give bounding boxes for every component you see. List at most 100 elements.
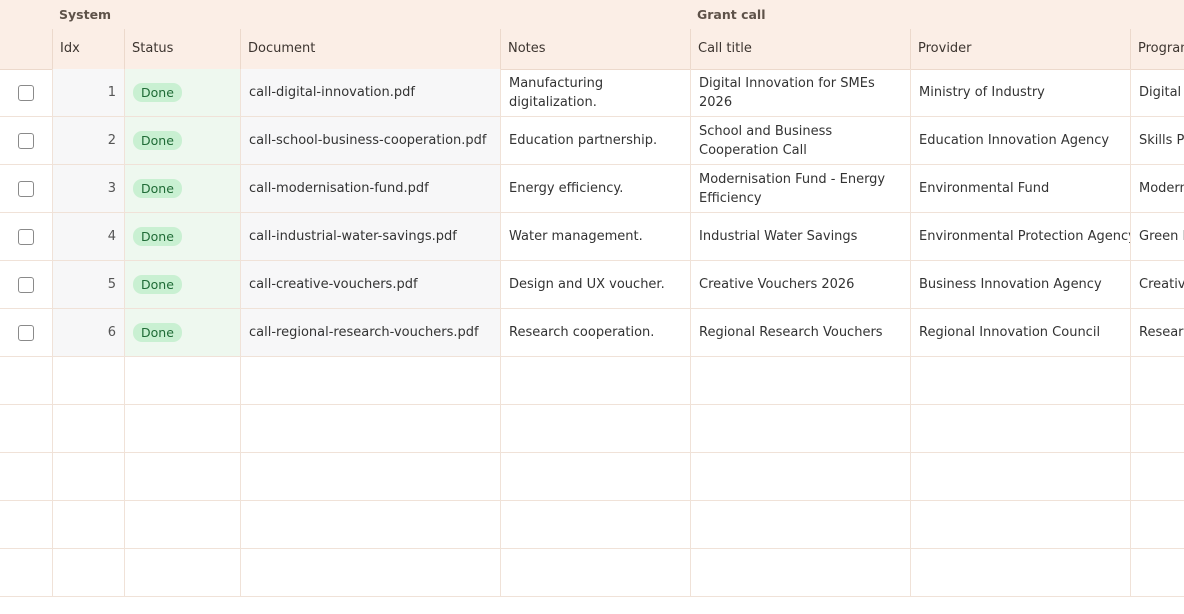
empty-cell [0,357,52,404]
table-row[interactable]: 2 Done call-school-business-cooperation.… [0,117,1184,165]
program-cell[interactable]: Skills Pa [1130,117,1184,164]
header-call-title[interactable]: Call title [690,29,910,69]
header-idx[interactable]: Idx [52,29,124,69]
document-cell[interactable]: call-digital-innovation.pdf [240,69,500,116]
notes-cell[interactable]: Design and UX voucher. [500,261,690,308]
call-title-cell[interactable]: School and Business Cooperation Call [690,117,910,164]
document-cell[interactable]: call-school-business-cooperation.pdf [240,117,500,164]
data-grid: System Grant call Idx Status Document No… [0,0,1184,614]
idx-cell: 6 [52,309,124,356]
empty-cell [0,549,52,596]
row-checkbox[interactable] [18,228,34,245]
provider-cell[interactable]: Environmental Fund [910,165,1130,212]
document-cell[interactable]: call-regional-research-vouchers.pdf [240,309,500,356]
empty-row [0,549,1184,597]
header-provider[interactable]: Provider [910,29,1130,69]
header-notes[interactable]: Notes [500,29,690,69]
row-checkbox[interactable] [18,324,34,341]
empty-cell [1130,501,1184,548]
empty-cell [240,405,500,452]
status-badge: Done [133,179,182,198]
notes-cell[interactable]: Energy efficiency. [500,165,690,212]
empty-cell [500,549,690,596]
empty-cell [910,501,1130,548]
provider-cell[interactable]: Education Innovation Agency [910,117,1130,164]
row-select-cell [0,309,52,356]
notes-cell[interactable]: Research cooperation. [500,309,690,356]
column-group-header: System Grant call [0,0,1184,30]
notes-cell[interactable]: Education partnership. [500,117,690,164]
empty-cell [690,405,910,452]
status-badge: Done [133,131,182,150]
empty-cell [690,453,910,500]
idx-cell: 4 [52,213,124,260]
status-cell: Done [124,261,240,308]
program-cell[interactable]: Green I [1130,213,1184,260]
empty-cell [240,549,500,596]
table-row[interactable]: 3 Done call-modernisation-fund.pdf Energ… [0,165,1184,213]
empty-row [0,453,1184,501]
empty-cell [500,453,690,500]
row-checkbox[interactable] [18,180,34,197]
row-checkbox[interactable] [18,132,34,149]
empty-cell [910,453,1130,500]
document-cell[interactable]: call-industrial-water-savings.pdf [240,213,500,260]
group-grant-call: Grant call [697,7,766,22]
group-system: System [59,7,112,22]
notes-cell[interactable]: Water management. [500,213,690,260]
table-row[interactable]: 4 Done call-industrial-water-savings.pdf… [0,213,1184,261]
row-checkbox[interactable] [18,84,34,101]
call-title-cell[interactable]: Industrial Water Savings [690,213,910,260]
empty-cell [0,405,52,452]
idx-cell: 3 [52,165,124,212]
provider-cell[interactable]: Regional Innovation Council [910,309,1130,356]
status-badge: Done [133,275,182,294]
header-status[interactable]: Status [124,29,240,69]
call-title-cell[interactable]: Creative Vouchers 2026 [690,261,910,308]
empty-cell [52,501,124,548]
empty-cell [910,357,1130,404]
idx-cell: 2 [52,117,124,164]
empty-row [0,405,1184,453]
call-title-cell[interactable]: Modernisation Fund - Energy Efficiency [690,165,910,212]
program-cell[interactable]: Digital I [1130,69,1184,116]
table-row[interactable]: 5 Done call-creative-vouchers.pdf Design… [0,261,1184,309]
empty-cell [500,501,690,548]
empty-cell [240,357,500,404]
header-document[interactable]: Document [240,29,500,69]
column-header-row: Idx Status Document Notes Call title Pro… [0,29,1184,70]
program-cell[interactable]: Creative [1130,261,1184,308]
empty-cell [690,357,910,404]
notes-cell[interactable]: Manufacturing digitalization. [500,69,690,116]
empty-cell [1130,357,1184,404]
status-cell: Done [124,165,240,212]
empty-cell [52,405,124,452]
idx-cell: 5 [52,261,124,308]
provider-cell[interactable]: Environmental Protection Agency [910,213,1130,260]
call-title-cell[interactable]: Regional Research Vouchers [690,309,910,356]
provider-cell[interactable]: Ministry of Industry [910,69,1130,116]
status-cell: Done [124,117,240,164]
call-title-cell[interactable]: Digital Innovation for SMEs 2026 [690,69,910,116]
empty-cell [52,357,124,404]
empty-row [0,501,1184,549]
empty-cell [500,357,690,404]
row-select-cell [0,69,52,116]
status-badge: Done [133,227,182,246]
empty-cell [0,501,52,548]
empty-cell [0,453,52,500]
table-row[interactable]: 6 Done call-regional-research-vouchers.p… [0,309,1184,357]
table-row[interactable]: 1 Done call-digital-innovation.pdf Manuf… [0,69,1184,117]
program-cell[interactable]: Modern [1130,165,1184,212]
empty-cell [500,405,690,452]
provider-cell[interactable]: Business Innovation Agency [910,261,1130,308]
document-cell[interactable]: call-creative-vouchers.pdf [240,261,500,308]
header-select [0,29,52,69]
document-cell[interactable]: call-modernisation-fund.pdf [240,165,500,212]
empty-cell [240,453,500,500]
empty-cell [52,453,124,500]
row-checkbox[interactable] [18,276,34,293]
header-program[interactable]: Program [1130,29,1184,69]
empty-cell [124,405,240,452]
program-cell[interactable]: Researc [1130,309,1184,356]
